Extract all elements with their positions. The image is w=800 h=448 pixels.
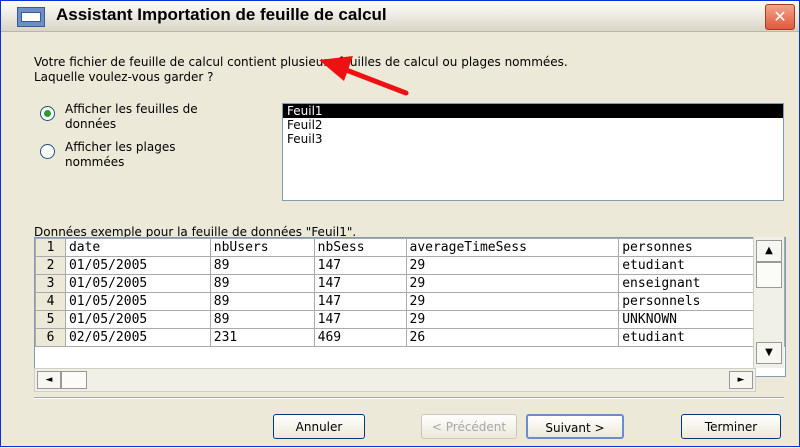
intro-line-1: Votre fichier de feuille de calcul conti… [34,55,568,69]
table-cell: 29 [405,310,620,329]
table-cell: 01/05/2005 [64,274,211,293]
table-cell: 29 [405,292,620,311]
horizontal-scroll-thumb[interactable] [61,371,87,389]
row-number: 4 [35,292,66,311]
table-cell: nbUsers [209,238,315,257]
sheet-list[interactable]: Feuil1 Feuil2 Feuil3 [282,103,784,201]
table-cell: 469 [313,328,407,347]
intro-line-2: Laquelle voulez-vous garder ? [34,70,214,84]
cancel-button[interactable]: Annuler [273,414,365,439]
scroll-up-arrow-icon[interactable]: ▲ [756,240,782,262]
table-cell: 89 [209,292,315,311]
close-button[interactable]: ✕ [765,4,795,30]
radio-show-named-ranges-label-line2: nommées [65,155,125,169]
finish-button[interactable]: Terminer [681,414,781,439]
table-row: 2 01/05/2005 89 147 29 etudiant [35,256,785,275]
radio-show-sheets-label-line2: données [65,117,117,131]
next-button[interactable]: Suivant > [526,414,624,439]
table-cell: 01/05/2005 [64,310,211,329]
vertical-scrollbar[interactable]: ▲ ▼ [753,237,784,368]
previous-button[interactable]: < Précédent [421,414,517,439]
table-row: 6 02/05/2005 231 469 26 etudiant [35,328,785,347]
table-cell: nbSess [313,238,407,257]
radio-show-sheets-label[interactable]: Afficher les feuilles de données [65,102,198,132]
table-cell: 89 [209,256,315,275]
table-row: 1 date nbUsers nbSess averageTimeSess pe… [35,238,785,257]
sheet-list-item[interactable]: Feuil1 [283,104,783,118]
button-divider [34,397,784,399]
title-bar: Assistant Importation de feuille de calc… [1,1,799,32]
radio-show-sheets[interactable] [40,106,55,121]
intro-text: Votre fichier de feuille de calcul conti… [34,55,754,85]
sheet-list-item[interactable]: Feuil2 [283,118,783,132]
table-cell: 29 [405,256,620,275]
radio-show-named-ranges[interactable] [40,144,55,159]
sample-data-grid[interactable]: 1 date nbUsers nbSess averageTimeSess pe… [34,237,786,377]
window-title: Assistant Importation de feuille de calc… [56,5,387,24]
table-cell: 01/05/2005 [64,256,211,275]
table-cell: 147 [313,292,407,311]
scroll-left-arrow-icon[interactable]: ◄ [37,371,61,389]
table-cell: 02/05/2005 [64,328,211,347]
table-cell: 147 [313,256,407,275]
row-number: 6 [35,328,66,347]
table-row: 3 01/05/2005 89 147 29 enseignant [35,274,785,293]
table-cell: 26 [405,328,620,347]
table-row: 5 01/05/2005 89 147 29 UNKNOWN [35,310,785,329]
table-cell: 89 [209,274,315,293]
table-cell: averageTimeSess [405,238,620,257]
table-cell: 01/05/2005 [64,292,211,311]
table-row: 4 01/05/2005 89 147 29 personnels [35,292,785,311]
table-cell: date [64,238,211,257]
table-cell: 147 [313,274,407,293]
spreadsheet-icon [17,7,45,27]
radio-show-named-ranges-label-line1: Afficher les plages [65,140,176,154]
scroll-right-arrow-icon[interactable]: ► [729,371,753,389]
table-cell: 231 [209,328,315,347]
import-wizard-window: Assistant Importation de feuille de calc… [0,0,800,447]
row-number: 2 [35,256,66,275]
radio-show-named-ranges-label[interactable]: Afficher les plages nommées [65,140,175,170]
table-cell: 29 [405,274,620,293]
radio-show-sheets-label-line1: Afficher les feuilles de [65,102,198,116]
row-number: 1 [35,238,66,257]
row-number: 3 [35,274,66,293]
scroll-down-arrow-icon[interactable]: ▼ [756,342,782,364]
sheet-list-item[interactable]: Feuil3 [283,132,783,146]
vertical-scroll-thumb[interactable] [756,262,782,288]
table-cell: 147 [313,310,407,329]
horizontal-scrollbar[interactable]: ◄ ► [34,368,756,392]
row-number: 5 [35,310,66,329]
sample-data-table: 1 date nbUsers nbSess averageTimeSess pe… [35,238,785,347]
table-cell: 89 [209,310,315,329]
